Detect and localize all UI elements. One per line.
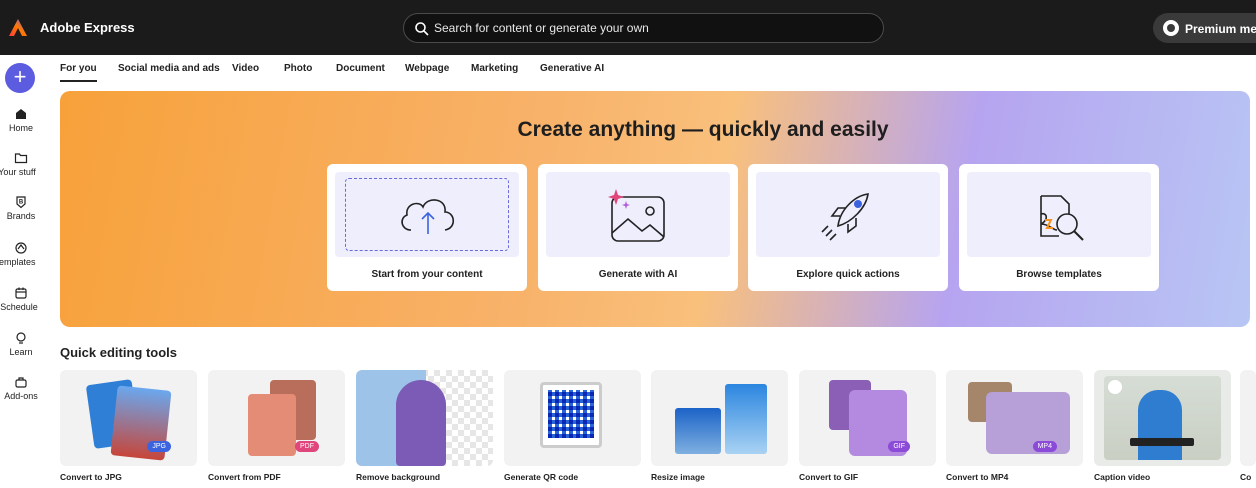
left-rail: + Home Your stuff B Brands Templates Sch… [0, 55, 42, 488]
tab-for-you[interactable]: For you [60, 63, 97, 82]
premium-icon [1163, 20, 1179, 36]
tab-generative-ai[interactable]: Generative AI [540, 63, 604, 74]
qr-code-icon [540, 382, 602, 448]
calendar-icon [15, 287, 27, 299]
tab-social-media[interactable]: Social media and ads [118, 63, 220, 74]
rail-item-label: Your stuff [0, 167, 36, 177]
card-label: Generate with AI [598, 269, 678, 280]
format-badge: MP4 [1032, 441, 1057, 452]
card-label: Browse templates [1016, 269, 1102, 280]
premium-label: Premium mer [1185, 22, 1256, 36]
card-start-from-content[interactable]: Start from your content [327, 164, 527, 291]
tool-thumbnail: MP4 [946, 370, 1083, 466]
adobe-express-logo-icon[interactable] [8, 18, 28, 38]
hero-title: Create anything — quickly and easily [517, 118, 889, 141]
home-icon [16, 109, 26, 119]
card-browse-templates[interactable]: Browse templates [959, 164, 1159, 291]
tab-webpage[interactable]: Webpage [405, 63, 449, 74]
tool-thumbnail [356, 370, 493, 466]
tool-thumbnail [1094, 370, 1231, 466]
rail-item-brands[interactable]: B Brands [0, 195, 42, 221]
tool-label: Caption video [1094, 472, 1151, 482]
format-badge: JPG [147, 441, 171, 452]
card-label: Explore quick actions [796, 269, 900, 280]
create-new-button[interactable]: + [5, 63, 35, 93]
card-explore-quick-actions[interactable]: Explore quick actions [748, 164, 948, 291]
brand-icon: B [16, 196, 26, 209]
search-bar[interactable] [403, 13, 884, 43]
tool-thumbnail [504, 370, 641, 466]
rail-item-label: Schedule [0, 302, 38, 312]
rail-item-add-ons[interactable]: Add-ons [0, 375, 42, 401]
card-generate-with-ai[interactable]: Generate with AI [538, 164, 738, 291]
tool-label: Co [1240, 472, 1252, 482]
tool-label: Remove background [356, 472, 441, 482]
rail-item-label: Home [8, 123, 33, 133]
card-thumbnail [335, 172, 519, 257]
card-thumbnail [756, 172, 940, 257]
rail-item-schedule[interactable]: Schedule [0, 286, 42, 312]
tab-video[interactable]: Video [232, 63, 259, 74]
bag-icon [15, 377, 27, 388]
search-icon [415, 22, 429, 36]
card-label: Start from your content [371, 269, 483, 280]
folder-icon [14, 153, 28, 164]
tool-label: Generate QR code [504, 472, 579, 482]
rail-item-home[interactable]: Home [0, 107, 42, 133]
rocket-icon [821, 193, 869, 241]
hero-banner: Create anything — quickly and easily Sta… [60, 91, 1250, 327]
tab-marketing[interactable]: Marketing [471, 63, 518, 74]
rail-item-label: Brands [6, 211, 36, 221]
tool-label: Convert to JPG [60, 472, 122, 482]
tool-label: Convert to MP4 [946, 472, 1009, 482]
format-badge: GIF [888, 441, 910, 452]
section-title-quick-tools: Quick editing tools [60, 345, 178, 360]
templates-icon [15, 242, 27, 254]
lightbulb-icon [16, 332, 26, 344]
tool-thumbnail [1240, 370, 1256, 466]
tool-thumbnail: PDF [208, 370, 345, 466]
cloud-upload-icon [401, 199, 455, 234]
card-thumbnail [967, 172, 1151, 257]
tool-thumbnail: JPG [60, 370, 197, 466]
rail-item-label: Learn [9, 347, 33, 357]
svg-text:B: B [19, 200, 24, 206]
app-title: Adobe Express [40, 20, 135, 35]
ai-image-icon [608, 189, 665, 242]
tab-photo[interactable]: Photo [284, 63, 312, 74]
tool-thumbnail [651, 370, 788, 466]
template-search-icon [1040, 195, 1084, 241]
tool-label: Resize image [651, 472, 705, 482]
search-input[interactable] [434, 14, 874, 42]
play-icon [1108, 380, 1122, 394]
tab-document[interactable]: Document [336, 63, 385, 74]
rail-item-templates[interactable]: Templates [0, 241, 42, 267]
tool-label: Convert from PDF [208, 472, 281, 482]
top-bar: Adobe Express Premium mer [0, 0, 1256, 55]
tool-label: Convert to GIF [799, 472, 859, 482]
rail-item-label: Templates [0, 257, 36, 267]
card-thumbnail [546, 172, 730, 257]
rail-item-label: Add-ons [4, 391, 38, 401]
rail-item-learn[interactable]: Learn [0, 331, 42, 357]
rail-item-your-stuff[interactable]: Your stuff [0, 151, 42, 177]
format-badge: PDF [295, 441, 319, 452]
premium-button[interactable]: Premium mer [1153, 13, 1256, 43]
tool-thumbnail: GIF [799, 370, 936, 466]
